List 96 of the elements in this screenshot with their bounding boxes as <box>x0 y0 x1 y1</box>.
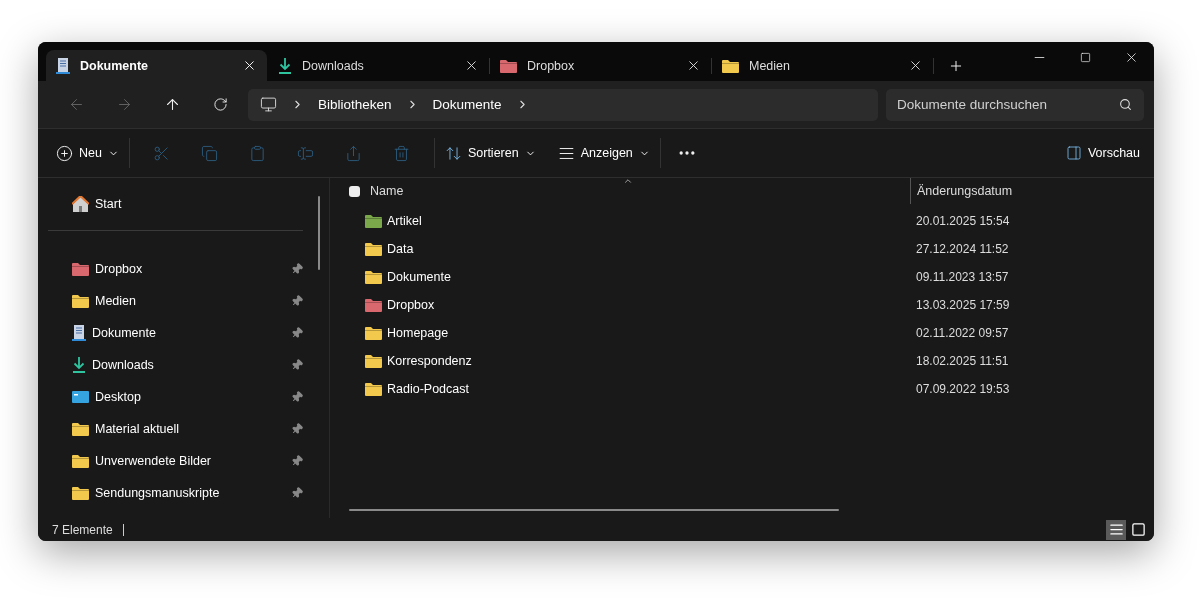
download-icon <box>278 57 292 74</box>
table-cell[interactable]: Dokumente <box>349 270 909 284</box>
table-cell-text: 07.09.2022 19:53 <box>915 382 1010 396</box>
sidebar-label: Medien <box>95 294 137 308</box>
folder-icon <box>722 58 739 73</box>
folder-icon <box>365 326 382 340</box>
table-cell-text: 09.11.2023 13:57 <box>915 270 1009 284</box>
tab[interactable]: Dropbox <box>490 50 711 81</box>
maximize-icon[interactable] <box>1079 51 1091 63</box>
plus-icon <box>56 144 73 162</box>
document-icon <box>72 325 86 341</box>
table-cell[interactable]: Dropbox <box>349 298 909 312</box>
sidebar-item[interactable]: Downloads <box>48 349 303 381</box>
item-count: 7 Elemente <box>52 522 113 537</box>
desktop-icon <box>72 390 89 404</box>
sidebar-item[interactable]: Start <box>48 188 303 220</box>
sidebar-item[interactable]: Unverwendete Bilder <box>48 445 303 477</box>
tab-label: Downloads <box>302 58 365 73</box>
new-button[interactable]: Neu <box>54 137 121 169</box>
sidebar-label: Desktop <box>95 390 142 404</box>
sidebar-item[interactable]: Sendungsmanuskripte <box>48 477 303 509</box>
sidebar-label: Material aktuell <box>95 422 181 436</box>
folder-icon <box>72 294 89 308</box>
folder-icon <box>365 354 382 368</box>
file-name: Data <box>387 242 414 256</box>
preview-button[interactable]: Vorschau <box>1063 137 1142 169</box>
table-cell[interactable]: Korrespondenz <box>349 354 909 368</box>
list-icon <box>1108 522 1124 537</box>
sidebar-label: Unverwendete Bilder <box>95 454 213 468</box>
scrollbar[interactable] <box>318 196 320 270</box>
file-name: Dropbox <box>387 298 435 312</box>
search-icon[interactable] <box>1119 97 1132 111</box>
close-icon[interactable] <box>908 58 923 73</box>
sidebar-item[interactable]: Material aktuell <box>48 413 303 445</box>
folder-icon <box>365 298 382 312</box>
table-cell-text: 18.02.2025 11:51 <box>915 354 1009 368</box>
refresh-icon[interactable] <box>212 97 228 112</box>
file-name: Artikel <box>387 214 422 228</box>
file-name: Korrespondenz <box>387 354 472 368</box>
download-icon <box>72 357 86 373</box>
folder-icon <box>72 454 89 468</box>
table-cell[interactable]: Homepage <box>349 326 909 340</box>
file-name: Dokumente <box>387 270 451 284</box>
tab-label: Medien <box>749 58 791 73</box>
table-cell-text: 13.03.2025 17:59 <box>915 298 1010 312</box>
column-header[interactable]: Name <box>360 184 910 198</box>
breadcrumb-item[interactable]: Dokumente <box>432 97 502 112</box>
folder-icon <box>500 58 517 73</box>
folder-icon <box>365 242 382 256</box>
checkbox[interactable] <box>349 185 360 197</box>
sidebar-label: Start <box>95 197 123 211</box>
table-cell-text: 02.11.2022 09:57 <box>915 326 1009 340</box>
folder-icon <box>72 422 89 436</box>
folder-icon <box>365 382 382 396</box>
table-cell[interactable]: Radio-Podcast <box>349 382 909 396</box>
table-cell[interactable]: Artikel <box>349 214 909 228</box>
sidebar-label: Sendungsmanuskripte <box>95 486 221 500</box>
document-icon <box>56 57 70 74</box>
details-view-button[interactable] <box>1106 519 1126 540</box>
folder-icon <box>72 262 89 276</box>
sort-icon <box>444 144 462 162</box>
file-name: Radio-Podcast <box>387 382 469 396</box>
sidebar-label: Dropbox <box>95 262 144 276</box>
view-button[interactable]: Anzeigen <box>555 137 652 169</box>
close-icon[interactable] <box>686 58 701 73</box>
preview-pane-icon <box>1065 145 1082 161</box>
sort-button[interactable]: Sortieren <box>442 137 538 169</box>
tab[interactable]: Dokumente <box>46 50 267 81</box>
table-cell-text: 27.12.2024 11:52 <box>915 242 1009 256</box>
sort-caret-icon <box>623 176 633 186</box>
tab[interactable]: Medien <box>712 50 933 81</box>
table-cell[interactable]: Data <box>349 242 909 256</box>
folder-icon <box>365 270 382 284</box>
sidebar-item[interactable]: Dropbox <box>48 253 303 285</box>
close-icon[interactable] <box>464 58 479 73</box>
breadcrumb-item[interactable]: Bibliotheken <box>318 97 392 112</box>
file-name: Homepage <box>387 326 449 340</box>
scrollbar[interactable] <box>349 509 839 511</box>
home-icon <box>72 196 89 212</box>
tile-icon <box>1130 522 1146 537</box>
tab-label: Dokumente <box>80 58 150 73</box>
column-header[interactable]: Änderungsdatum <box>910 178 1013 204</box>
close-icon[interactable] <box>242 58 257 73</box>
sidebar-item[interactable]: Dokumente <box>48 317 303 349</box>
tab-label: Dropbox <box>527 58 576 73</box>
tab[interactable]: Downloads <box>268 50 489 81</box>
sidebar-item[interactable]: Desktop <box>48 381 303 413</box>
table-cell-text: 20.01.2025 15:54 <box>915 214 1010 228</box>
folder-icon <box>72 486 89 500</box>
folder-icon <box>365 214 382 228</box>
address-bar[interactable]: Bibliotheken Dokumente <box>248 88 878 121</box>
sidebar-label: Downloads <box>92 358 155 372</box>
monitor-icon <box>260 96 277 113</box>
search-field[interactable]: Dokumente durchsuchen <box>886 88 1144 121</box>
sidebar-label: Dokumente <box>92 326 157 340</box>
sidebar-item[interactable]: Medien <box>48 285 303 317</box>
